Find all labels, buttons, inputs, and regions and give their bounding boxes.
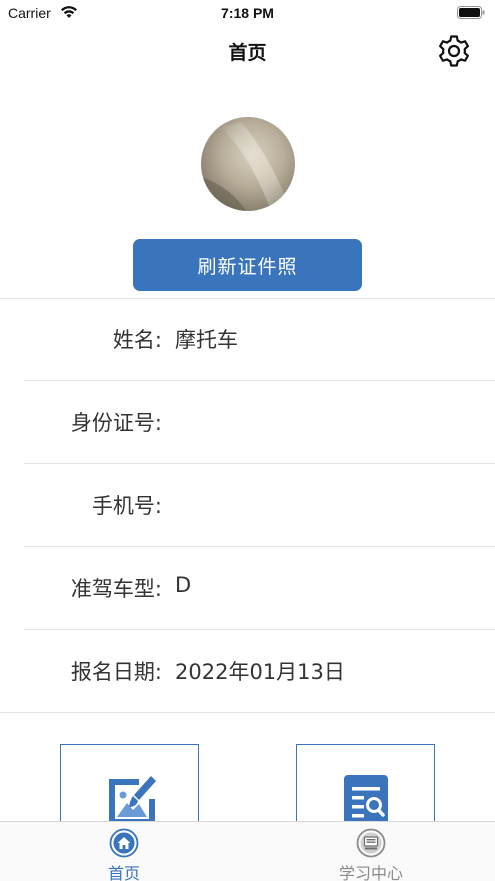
tab-study-center[interactable]: 学习中心 [291, 822, 451, 881]
nav-bar: 首页 [0, 26, 495, 76]
info-row-name: 姓名: 摩托车 [0, 298, 495, 381]
document-search-icon [343, 775, 388, 827]
status-bar: Carrier 7:18 PM [0, 0, 495, 26]
avatar-photo [201, 117, 295, 211]
id-number-label: 身份证号: [70, 411, 162, 435]
tab-home-label: 首页 [107, 864, 140, 881]
status-time: 7:18 PM [221, 5, 274, 21]
tab-study-center-label: 学习中心 [338, 864, 403, 881]
monitor-icon [356, 828, 386, 858]
info-row-license-class: 准驾车型: D [0, 547, 495, 630]
settings-button[interactable] [435, 32, 473, 70]
info-row-phone: 手机号: [0, 464, 495, 547]
license-class-value: D [175, 573, 192, 597]
page-title: 首页 [228, 42, 267, 64]
battery-icon [457, 6, 485, 19]
divider [0, 712, 495, 713]
phone-label: 手机号: [91, 494, 162, 518]
avatar [201, 117, 295, 211]
info-row-id-number: 身份证号: [0, 381, 495, 464]
gear-icon [439, 35, 469, 67]
name-value: 摩托车 [175, 328, 238, 352]
info-row-enroll-date: 报名日期: 2022年01月13日 [0, 630, 495, 713]
refresh-photo-button[interactable]: 刷新证件照 [133, 239, 362, 291]
license-class-label: 准驾车型: [70, 577, 162, 601]
enroll-date-value: 2022年01月13日 [175, 660, 345, 684]
tab-bar: 首页 学习中心 [0, 821, 495, 881]
enroll-date-label: 报名日期: [70, 660, 162, 684]
tab-home[interactable]: 首页 [44, 822, 204, 881]
home-icon [109, 828, 139, 858]
name-label: 姓名: [112, 328, 162, 352]
paint-brush-image-icon [108, 776, 156, 825]
